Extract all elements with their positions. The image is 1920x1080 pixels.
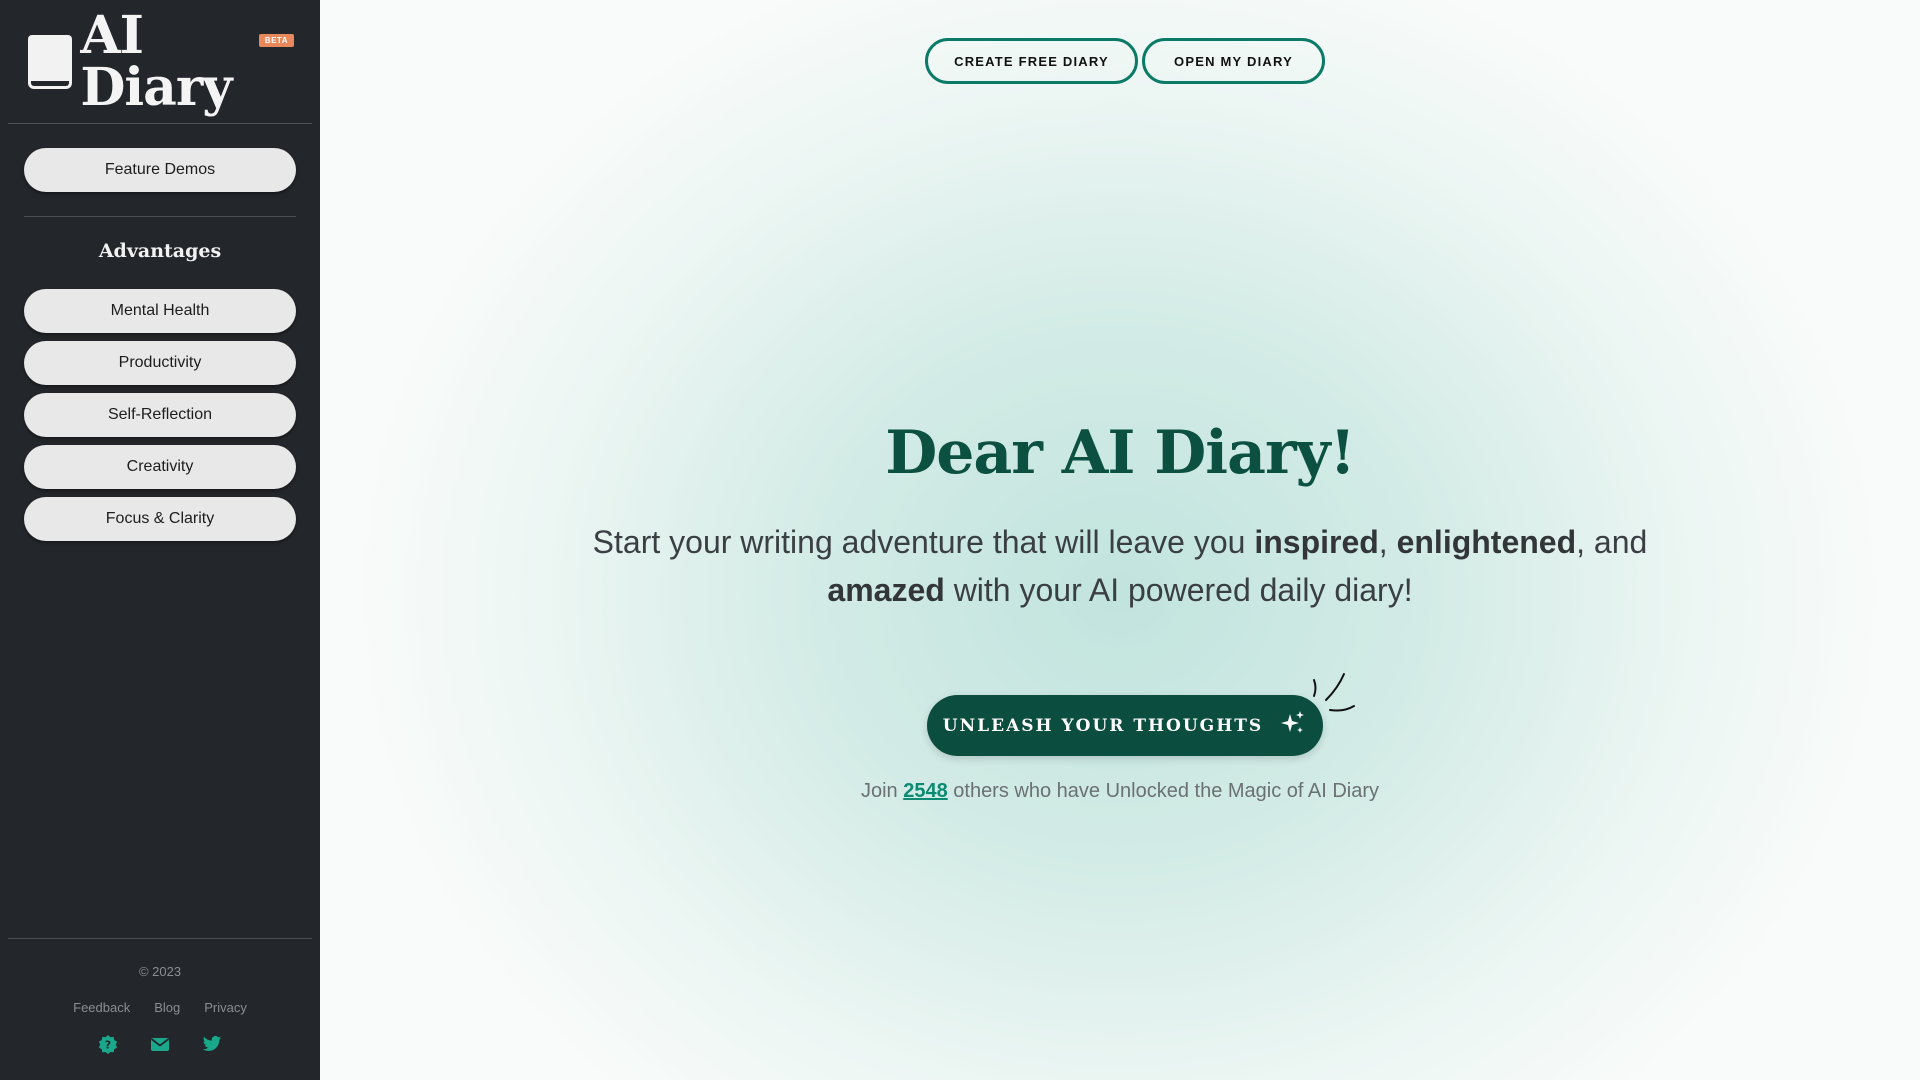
divider (24, 216, 296, 217)
svg-text:?: ? (105, 1039, 111, 1052)
privacy-link[interactable]: Privacy (204, 1000, 247, 1015)
sparkle-lines-decoration (1313, 673, 1355, 712)
create-free-diary-button[interactable]: CREATE FREE DIARY (925, 38, 1138, 84)
emphasis-enlightened: enlightened (1396, 524, 1577, 560)
advantage-self-reflection-button[interactable]: Self-Reflection (24, 393, 296, 437)
sparkle-icon (1279, 709, 1307, 742)
email-icon[interactable] (150, 1034, 170, 1054)
footer-links: Feedback Blog Privacy (0, 1000, 320, 1015)
advantage-mental-health-button[interactable]: Mental Health (24, 289, 296, 333)
divider (8, 938, 312, 939)
unleash-thoughts-button[interactable]: UNLEASH YOUR THOUGHTS (927, 695, 1323, 756)
logo-text: AI Diary (80, 5, 232, 118)
copyright: © 2023 (138, 964, 182, 979)
advantage-focus-clarity-button[interactable]: Focus & Clarity (24, 497, 296, 541)
join-text: Join 2548 others who have Unlocked the M… (860, 780, 1380, 802)
join-count-link[interactable]: 2548 (903, 780, 948, 802)
beta-badge: BETA (258, 34, 294, 47)
advantage-creativity-button[interactable]: Creativity (24, 445, 296, 489)
cta-label: UNLEASH YOUR THOUGHTS (942, 715, 1264, 736)
twitter-icon[interactable] (202, 1034, 222, 1054)
footer-icons: ? (0, 1034, 320, 1054)
emphasis-amazed: amazed (827, 572, 945, 608)
advantages-heading: Advantages (98, 240, 222, 262)
emphasis-inspired: inspired (1254, 524, 1379, 560)
logo[interactable]: AI Diary BETA (28, 10, 294, 114)
hero-title: Dear AI Diary! (885, 418, 1356, 488)
advantage-productivity-button[interactable]: Productivity (24, 341, 296, 385)
divider (8, 123, 312, 124)
feature-demos-button[interactable]: Feature Demos (24, 148, 296, 192)
blog-link[interactable]: Blog (154, 1000, 180, 1015)
sidebar: AI Diary BETA Feature Demos Advantages M… (0, 0, 320, 1080)
help-badge-icon[interactable]: ? (98, 1034, 118, 1054)
book-icon (28, 35, 72, 89)
open-my-diary-button[interactable]: OPEN MY DIARY (1142, 38, 1325, 84)
hero-subtitle: Start your writing adventure that will l… (592, 524, 1648, 608)
feedback-link[interactable]: Feedback (73, 1000, 130, 1015)
main-content: CREATE FREE DIARY OPEN MY DIARY Dear AI … (320, 0, 1920, 1080)
